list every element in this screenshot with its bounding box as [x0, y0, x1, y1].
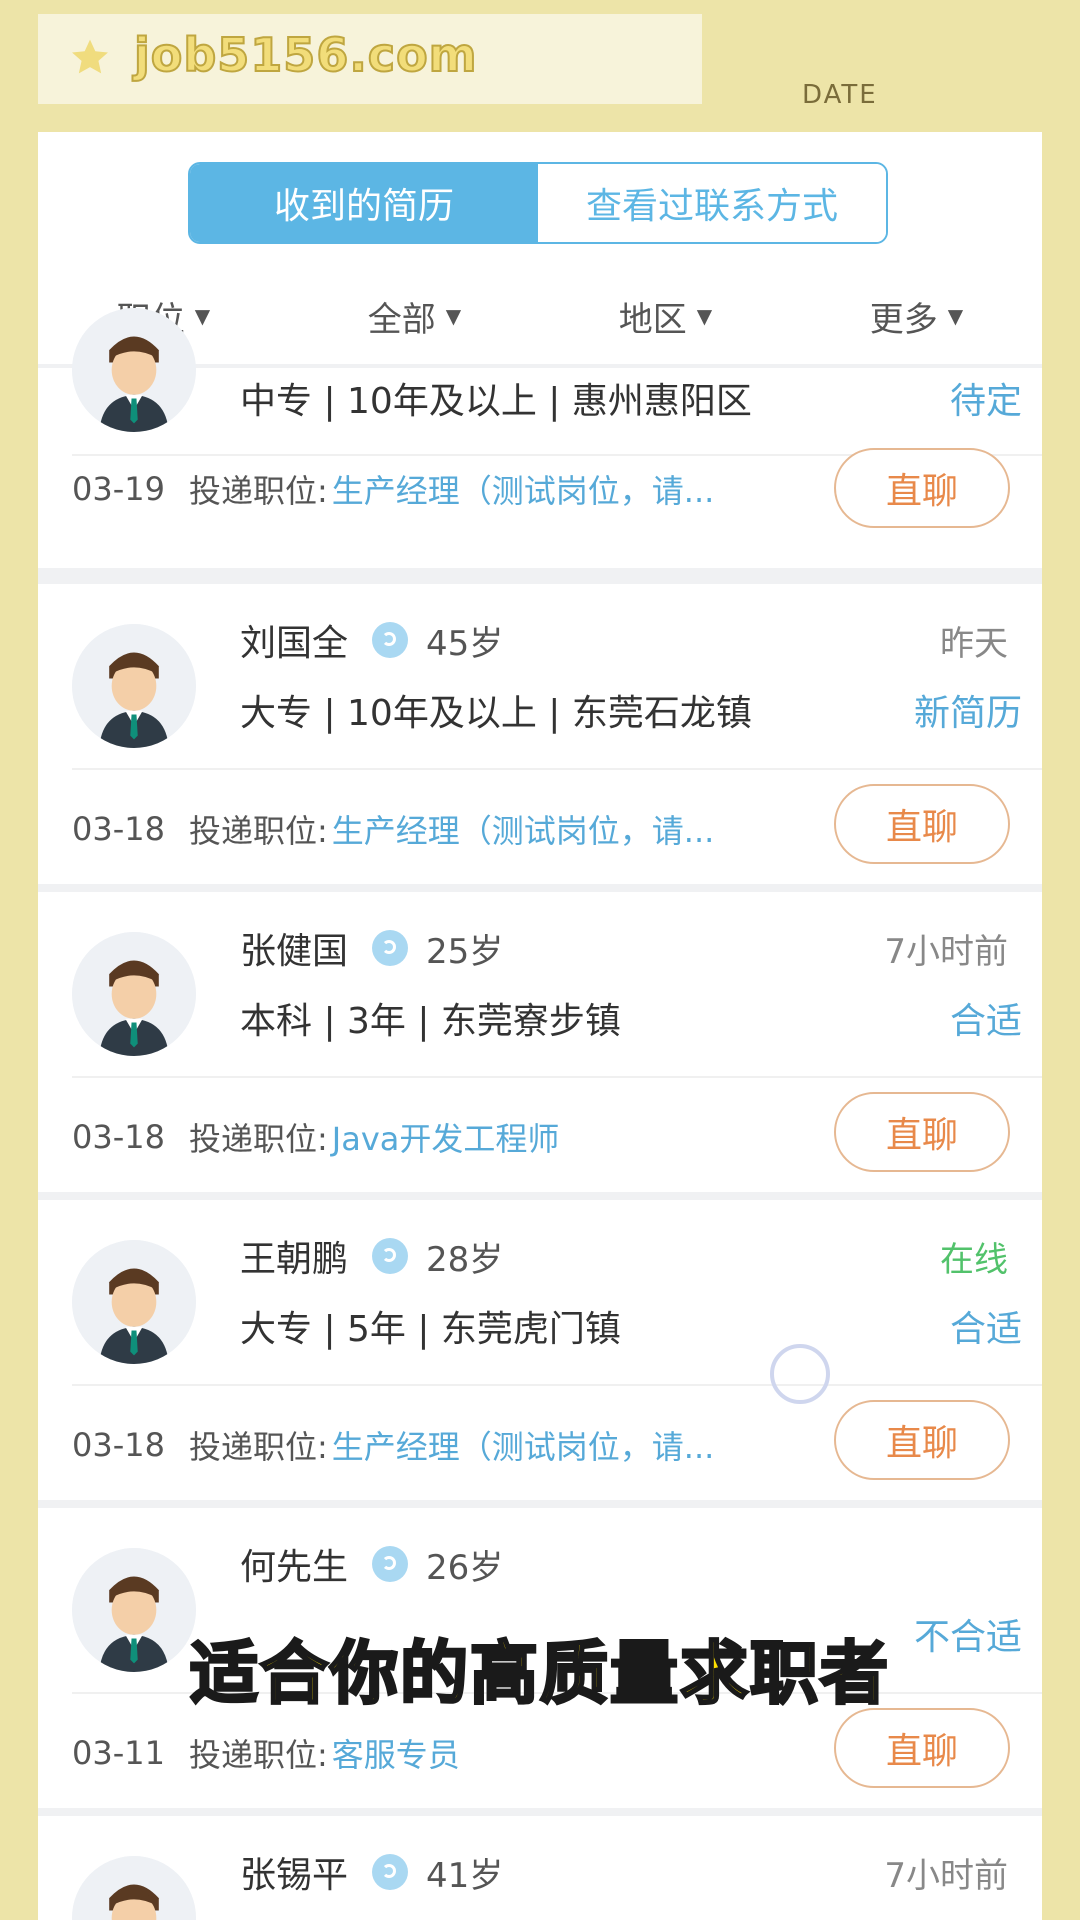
tab-viewed-contacts[interactable]: 查看过联系方式 [538, 164, 886, 242]
date-label: DATE [802, 80, 878, 110]
candidate-age: 25岁 [426, 931, 504, 972]
tab-bar: 收到的简历 查看过联系方式 [38, 132, 1042, 268]
apply-date: 03-18 [72, 810, 165, 848]
apply-date: 03-18 [72, 1118, 165, 1156]
chat-button[interactable]: 直聊 [834, 784, 1010, 864]
dropdown-triangle-icon: ▼ [445, 304, 462, 328]
apply-label: 投递职位: [188, 1428, 328, 1466]
candidate-name-line: 张锡平 41岁 [240, 1846, 503, 1898]
verified-icon [372, 1854, 409, 1890]
candidate-info: 大专 | 10年及以上 | 东莞石龙镇 [240, 693, 752, 734]
site-url: job5156.com [133, 27, 478, 83]
apply-date: 03-18 [72, 1426, 165, 1464]
online-status: 在线 [940, 1240, 1008, 1280]
chat-button[interactable]: 直聊 [834, 1708, 1010, 1788]
update-time: 昨天 [940, 624, 1008, 664]
divider [72, 1384, 1042, 1386]
dropdown-triangle-icon: ▼ [947, 304, 964, 328]
touch-indicator [770, 1344, 830, 1404]
filter-label: 地区 [618, 299, 687, 340]
filter-more[interactable]: 更多 ▼ [791, 268, 1042, 364]
candidate-name: 张锡平 [240, 1855, 349, 1896]
candidate-name-line: 刘国全 45岁 [240, 614, 503, 666]
apply-date: 03-11 [72, 1734, 165, 1772]
browser-address-bar[interactable]: job5156.com [38, 14, 702, 104]
candidate-age: 28岁 [426, 1239, 504, 1280]
filter-region[interactable]: 地区 ▼ [540, 268, 791, 364]
tab-received-resumes[interactable]: 收到的简历 [190, 164, 538, 242]
apply-line: 03-18 投递职位: 生产经理（测试岗位，请... [72, 1422, 714, 1468]
avatar [72, 624, 196, 748]
resume-card[interactable]: 张健国 25岁 7小时前 本科 | 3年 | 东莞寮步镇 合适 03-18 投递… [38, 892, 1042, 1192]
applied-position-link[interactable]: Java开发工程师 [332, 1114, 560, 1160]
video-subtitle: 适合你的高质量求职者 [188, 1634, 890, 1716]
avatar [72, 1856, 196, 1920]
candidate-name-line: 何先生 26岁 [240, 1538, 503, 1590]
resume-card[interactable]: 刘国全 45岁 昨天 大专 | 10年及以上 | 东莞石龙镇 新简历 03-18… [38, 584, 1042, 884]
filter-label: 更多 [869, 299, 938, 340]
resume-card[interactable]: 中专 | 10年及以上 | 惠州惠阳区 待定 03-19 投递职位: 生产经理（… [38, 308, 1042, 568]
candidate-name: 张健国 [240, 931, 349, 972]
candidate-info: 中专 | 10年及以上 | 惠州惠阳区 [240, 381, 752, 422]
chat-button[interactable]: 直聊 [834, 1092, 1010, 1172]
candidate-name: 王朝鹏 [240, 1239, 349, 1280]
candidate-name: 刘国全 [240, 623, 349, 664]
dropdown-triangle-icon: ▼ [696, 304, 713, 328]
chat-button[interactable]: 直聊 [834, 448, 1010, 528]
divider [72, 1076, 1042, 1078]
verified-icon [372, 930, 409, 966]
verified-icon [372, 1546, 409, 1582]
apply-line: 03-19 投递职位: 生产经理（测试岗位，请... [72, 466, 714, 512]
resume-card[interactable]: 王朝鹏 28岁 在线 大专 | 5年 | 东莞虎门镇 合适 03-18 投递职位… [38, 1200, 1042, 1500]
update-time: 7小时前 [884, 1856, 1008, 1896]
applied-position-link[interactable]: 生产经理（测试岗位，请... [332, 466, 715, 512]
candidate-info: 大专 | 5年 | 东莞虎门镇 [240, 1309, 621, 1350]
status-badge: 待定 [949, 381, 1022, 422]
dropdown-triangle-icon: ▼ [194, 304, 211, 328]
apply-line: 03-18 投递职位: 生产经理（测试岗位，请... [72, 806, 714, 852]
apply-label: 投递职位: [188, 472, 328, 510]
apply-label: 投递职位: [188, 1120, 328, 1158]
status-badge: 新简历 [913, 693, 1022, 734]
avatar [72, 1240, 196, 1364]
apply-line: 03-11 投递职位: 客服专员 [72, 1730, 460, 1776]
avatar [72, 932, 196, 1056]
status-badge: 合适 [949, 1001, 1022, 1042]
candidate-name-line: 张健国 25岁 [240, 922, 503, 974]
candidate-age: 26岁 [426, 1547, 504, 1588]
filter-label: 全部 [367, 299, 436, 340]
resume-card[interactable]: 张锡平 41岁 7小时前 [38, 1816, 1042, 1920]
filter-all[interactable]: 全部 ▼ [289, 268, 540, 364]
candidate-age: 45岁 [426, 623, 504, 664]
segmented-tabs: 收到的简历 查看过联系方式 [188, 162, 888, 244]
applied-position-link[interactable]: 客服专员 [332, 1730, 460, 1776]
verified-icon [372, 1238, 409, 1274]
update-time: 7小时前 [884, 932, 1008, 972]
candidate-info: 本科 | 3年 | 东莞寮步镇 [240, 1001, 621, 1042]
bookmark-star-icon[interactable] [68, 36, 112, 80]
apply-label: 投递职位: [188, 812, 328, 850]
candidate-age: 41岁 [426, 1855, 504, 1896]
candidate-name-line: 王朝鹏 28岁 [240, 1230, 503, 1282]
status-badge: 合适 [949, 1309, 1022, 1350]
apply-line: 03-18 投递职位: Java开发工程师 [72, 1114, 559, 1160]
chat-button[interactable]: 直聊 [834, 1400, 1010, 1480]
verified-icon [372, 622, 409, 658]
apply-label: 投递职位: [188, 1736, 328, 1774]
applied-position-link[interactable]: 生产经理（测试岗位，请... [332, 1422, 715, 1468]
apply-date: 03-19 [72, 470, 165, 508]
divider [72, 768, 1042, 770]
avatar [72, 308, 196, 432]
candidate-name: 何先生 [240, 1547, 349, 1588]
applied-position-link[interactable]: 生产经理（测试岗位，请... [332, 806, 715, 852]
